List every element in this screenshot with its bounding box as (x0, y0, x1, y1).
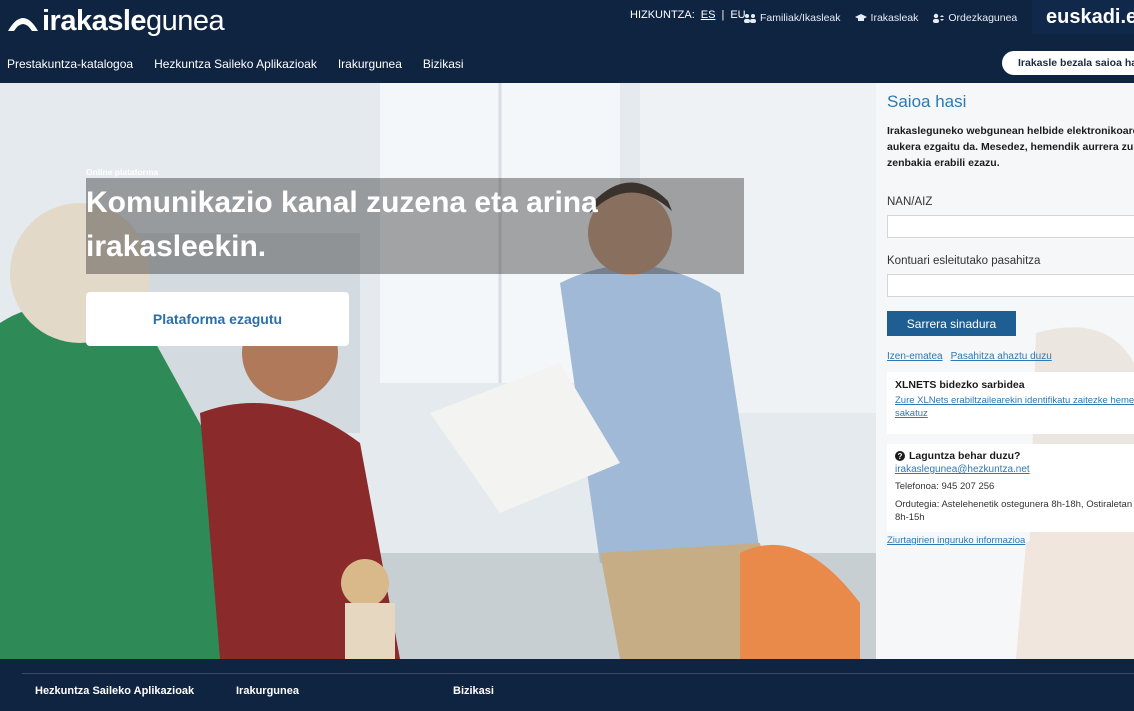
logo-text-bold: irakasle (42, 4, 147, 37)
footer-divider (22, 673, 1134, 674)
help-hours: Ordutegia: Astelehenetik ostegunera 8h-1… (895, 499, 1133, 523)
nan-label: NAN/AIZ (887, 196, 933, 208)
irakaslegunea-logo[interactable]: irakasle gunea (6, 4, 225, 38)
help-title: Laguntza behar duzu? (909, 450, 1021, 462)
xlnets-title: XLNETS bidezko sarbidea (895, 379, 1025, 391)
password-label: Kontuari esleitutako pasahitza (887, 255, 1041, 267)
teacher-login-button[interactable]: Irakasle bezala saioa hasi (1002, 51, 1134, 75)
graduation-cap-icon (854, 14, 867, 21)
user-swap-icon (933, 13, 945, 23)
question-circle-icon: ? (895, 451, 905, 461)
hero-kicker: Online plataforma (86, 167, 159, 177)
login-panel: Saioa hasi Irakasleguneko webgunean helb… (876, 83, 1134, 659)
footer-link-bizikasi[interactable]: Bizikasi (453, 685, 494, 697)
euskadi-logo[interactable]: euskadi.eu (1032, 0, 1134, 34)
nav-item-department-apps[interactable]: Hezkuntza Saileko Aplikazioak (154, 57, 317, 71)
discover-platform-button[interactable]: Plataforma ezagutu (86, 292, 349, 346)
help-phone: Telefonoa: 945 207 256 (895, 481, 995, 492)
top-link-substitutes-label: Ordezkagunea (948, 12, 1018, 24)
certificates-info-link[interactable]: Ziurtagirien inguruko informazioa (887, 535, 1025, 546)
language-option-es[interactable]: ES (701, 9, 716, 21)
help-box: ? Laguntza behar duzu? irakaslegunea@hez… (887, 444, 1134, 532)
hero-title: Komunikazio kanal zuzena eta arina iraka… (86, 186, 598, 263)
login-title: Saioa hasi (887, 92, 967, 111)
help-title-row: ? Laguntza behar duzu? (895, 450, 1020, 462)
help-email-link[interactable]: irakaslegunea@hezkuntza.net (895, 464, 1030, 475)
svg-text:?: ? (898, 452, 903, 461)
login-description: Irakasleguneko webgunean helbide elektro… (887, 125, 1134, 169)
register-link[interactable]: Izen-ematea (887, 351, 943, 362)
xlnets-link[interactable]: Zure XLNets erabiltzailearekin identifik… (895, 394, 1134, 420)
euskadi-label: euskadi.eu (1046, 5, 1134, 28)
top-link-teachers-label: Irakasleak (870, 12, 919, 24)
language-switcher: HIZKUNTZA: ES | EU (630, 9, 746, 21)
forgot-password-link[interactable]: Pasahitza ahaztu duzu (951, 351, 1052, 362)
password-input[interactable] (887, 274, 1134, 297)
top-link-teachers[interactable]: Irakasleak (854, 12, 919, 24)
nav-links: Prestakuntza-katalogoa Hezkuntza Saileko… (7, 57, 464, 71)
logo-arc-icon (8, 18, 38, 31)
top-link-families-label: Familiak/Ikasleak (760, 12, 841, 24)
nan-input[interactable] (887, 215, 1134, 238)
language-separator: | (721, 9, 725, 21)
footer: Hezkuntza Saileko Aplikazioak Irakurgune… (0, 659, 1134, 711)
logo-text-light: gunea (146, 4, 225, 37)
nav-item-bizikasi[interactable]: Bizikasi (423, 57, 464, 71)
audience-links: Familiak/Ikasleak Irakasleak Ordezkagune… (744, 0, 1017, 36)
family-icon (744, 14, 756, 23)
main-nav: Prestakuntza-katalogoa Hezkuntza Saileko… (0, 43, 1134, 83)
nav-item-training-catalog[interactable]: Prestakuntza-katalogoa (7, 57, 133, 71)
top-header: irakasle gunea HIZKUNTZA: ES | EU Familia… (0, 0, 1134, 43)
footer-link-department-apps[interactable]: Hezkuntza Saileko Aplikazioak (35, 685, 194, 697)
xlnets-box: XLNETS bidezko sarbidea Zure XLNets erab… (887, 372, 1134, 434)
sign-in-button[interactable]: Sarrera sinadura (887, 311, 1016, 336)
login-links: Izen-ematea Pasahitza ahaztu duzu (887, 351, 1052, 362)
footer-link-irakurgunea[interactable]: Irakurgunea (236, 685, 299, 697)
nav-item-irakurgunea[interactable]: Irakurgunea (338, 57, 402, 71)
top-link-families[interactable]: Familiak/Ikasleak (744, 12, 841, 24)
language-label: HIZKUNTZA: (630, 9, 695, 21)
hero-banner: Online plataforma Komunikazio kanal zuze… (0, 83, 876, 659)
top-link-substitutes[interactable]: Ordezkagunea (932, 12, 1017, 24)
